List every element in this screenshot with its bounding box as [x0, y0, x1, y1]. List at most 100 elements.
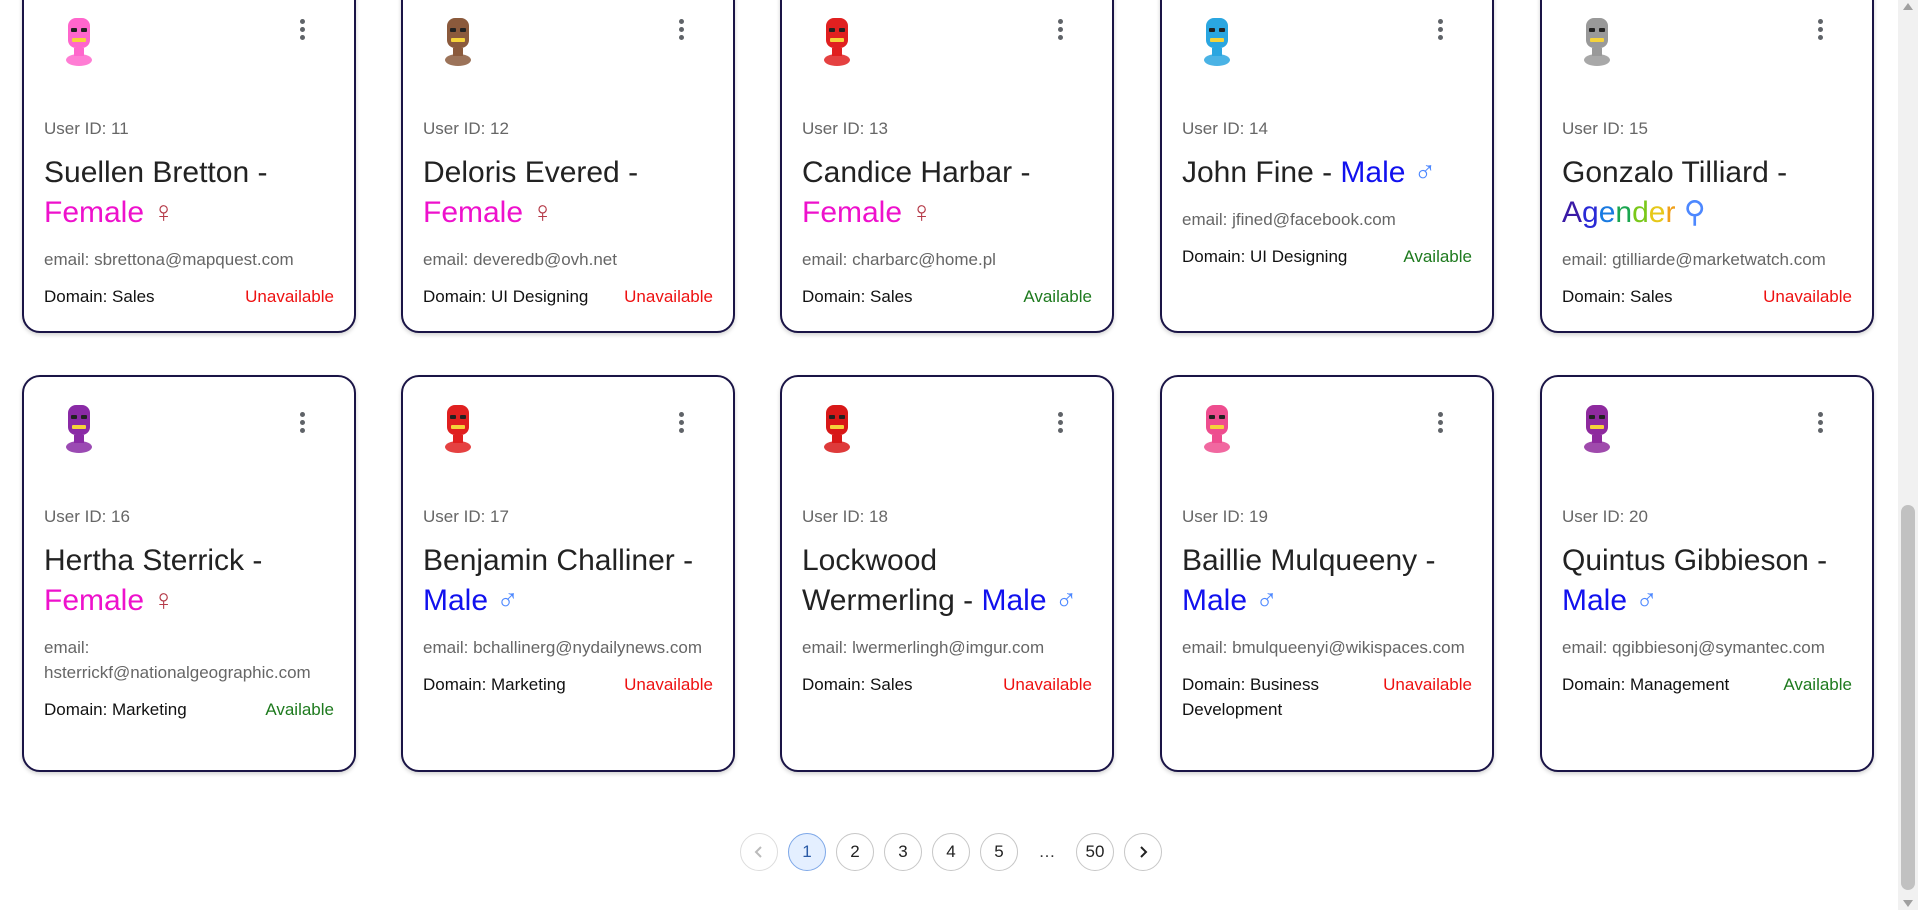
- more-options-icon[interactable]: [290, 407, 314, 437]
- user-name: Gonzalo Tilliard -: [1562, 156, 1788, 189]
- user-card: User ID: 19 Baillie Mulqueeny - Male ♂ ema…: [1160, 375, 1494, 772]
- robot-avatar-icon: [824, 18, 850, 66]
- user-card: User ID: 11 Suellen Bretton - Female ♀ ema…: [22, 0, 356, 333]
- user-domain: Domain: Management: [1562, 675, 1730, 694]
- robot-avatar-icon: [66, 405, 92, 453]
- user-id: User ID: 16: [44, 507, 130, 526]
- chevron-right-icon: [1140, 846, 1148, 858]
- user-name-heading: Gonzalo Tilliard - Agender ⚲: [1562, 153, 1852, 233]
- user-domain: Domain: Sales: [802, 287, 913, 306]
- user-id: User ID: 19: [1182, 507, 1268, 526]
- domain-status-row: Domain: UI Designing Unavailable: [423, 284, 713, 309]
- next-page-button[interactable]: [1124, 833, 1162, 871]
- more-options-icon[interactable]: [290, 14, 314, 44]
- gender-label: Female: [44, 584, 145, 617]
- domain-status-row: Domain: Sales Unavailable: [1562, 284, 1852, 309]
- more-options-icon[interactable]: [669, 407, 693, 437]
- user-name: Baillie Mulqueeny -: [1182, 544, 1436, 577]
- more-options-icon[interactable]: [1808, 14, 1832, 44]
- availability-status: Unavailable: [624, 287, 713, 306]
- more-options-icon[interactable]: [1048, 14, 1072, 44]
- user-email: email: deveredb@ovh.net: [423, 250, 617, 269]
- availability-status: Available: [1403, 247, 1472, 266]
- availability-status: Unavailable: [1003, 675, 1092, 694]
- gender-symbol-icon: ♂: [1255, 584, 1278, 617]
- user-name-heading: John Fine - Male ♂: [1182, 153, 1472, 193]
- gender-label: Female: [423, 196, 524, 229]
- user-name-heading: Baillie Mulqueeny - Male ♂: [1182, 541, 1472, 621]
- page-button-5[interactable]: 5: [980, 833, 1018, 871]
- availability-status: Unavailable: [1763, 287, 1852, 306]
- user-domain: Domain: UI Designing: [1182, 247, 1348, 266]
- gender-label: Male: [423, 584, 489, 617]
- robot-avatar-icon: [1584, 18, 1610, 66]
- gender-symbol-icon: ♂: [1413, 156, 1437, 189]
- user-card-body: User ID: 18 Lockwood Wermerling - Male ♂ e…: [802, 507, 1092, 697]
- user-name: Suellen Bretton -: [44, 156, 268, 189]
- user-email: email: charbarc@home.pl: [802, 250, 996, 269]
- scrollbar[interactable]: [1898, 0, 1918, 910]
- user-domain: Domain: Sales: [44, 287, 155, 306]
- user-card: User ID: 16 Hertha Sterrick - Female ♀ ema…: [22, 375, 356, 772]
- gender-label: Male: [1562, 584, 1628, 617]
- user-name-heading: Quintus Gibbieson - Male ♂: [1562, 541, 1852, 621]
- user-name: Quintus Gibbieson -: [1562, 544, 1828, 577]
- user-name: Candice Harbar -: [802, 156, 1031, 189]
- user-card-body: User ID: 11 Suellen Bretton - Female ♀ ema…: [44, 119, 334, 309]
- page-button-last[interactable]: 50: [1076, 833, 1114, 871]
- gender-symbol-icon: ♀: [152, 584, 175, 617]
- user-id: User ID: 15: [1562, 119, 1648, 138]
- gender-label: Female: [802, 196, 903, 229]
- page-button-3[interactable]: 3: [884, 833, 922, 871]
- gender-label: Agender: [1562, 196, 1676, 229]
- more-options-icon[interactable]: [669, 14, 693, 44]
- robot-avatar-icon: [824, 405, 850, 453]
- domain-status-row: Domain: Sales Unavailable: [44, 284, 334, 309]
- prev-page-button[interactable]: [740, 833, 778, 871]
- user-name: John Fine -: [1182, 156, 1341, 189]
- more-options-icon[interactable]: [1428, 407, 1452, 437]
- user-card: User ID: 18 Lockwood Wermerling - Male ♂ e…: [780, 375, 1114, 772]
- user-email: email: lwermerlingh@imgur.com: [802, 638, 1045, 657]
- user-id: User ID: 11: [44, 119, 129, 138]
- page-button-4[interactable]: 4: [932, 833, 970, 871]
- more-options-icon[interactable]: [1048, 407, 1072, 437]
- user-card: User ID: 20 Quintus Gibbieson - Male ♂ ema…: [1540, 375, 1874, 772]
- availability-status: Available: [1783, 675, 1852, 694]
- user-domain: Domain: Marketing: [44, 700, 187, 719]
- user-card-body: User ID: 17 Benjamin Challiner - Male ♂ em…: [423, 507, 713, 697]
- scrollbar-thumb[interactable]: [1901, 505, 1915, 890]
- user-card: User ID: 17 Benjamin Challiner - Male ♂ em…: [401, 375, 735, 772]
- robot-avatar-icon: [1204, 405, 1230, 453]
- robot-avatar-icon: [66, 18, 92, 66]
- user-id: User ID: 13: [802, 119, 888, 138]
- gender-label: Male: [981, 584, 1047, 617]
- gender-symbol-icon: ♀: [910, 196, 933, 229]
- gender-symbol-icon: ♀: [531, 196, 554, 229]
- availability-status: Available: [265, 700, 334, 719]
- user-id: User ID: 18: [802, 507, 888, 526]
- page-button-2[interactable]: 2: [836, 833, 874, 871]
- robot-avatar-icon: [1584, 405, 1610, 453]
- scroll-down-arrow-icon[interactable]: [1903, 900, 1913, 907]
- more-options-icon[interactable]: [1428, 14, 1452, 44]
- user-card: User ID: 15 Gonzalo Tilliard - Agender ⚲ e…: [1540, 0, 1874, 333]
- domain-status-row: Domain: Business Development Unavailable: [1182, 672, 1472, 722]
- user-email: email: jfined@facebook.com: [1182, 210, 1396, 229]
- user-card-body: User ID: 19 Baillie Mulqueeny - Male ♂ ema…: [1182, 507, 1472, 722]
- domain-status-row: Domain: Marketing Available: [44, 697, 334, 722]
- availability-status: Available: [1023, 287, 1092, 306]
- gender-symbol-icon: ♂: [1054, 584, 1078, 617]
- gender-symbol-icon: ♂: [496, 584, 519, 617]
- scroll-up-arrow-icon[interactable]: [1903, 3, 1913, 10]
- user-domain: Domain: Business Development: [1182, 675, 1320, 719]
- more-options-icon[interactable]: [1808, 407, 1832, 437]
- user-card-body: User ID: 15 Gonzalo Tilliard - Agender ⚲ e…: [1562, 119, 1852, 309]
- user-card: User ID: 12 Deloris Evered - Female ♀ emai…: [401, 0, 735, 333]
- user-card-body: User ID: 12 Deloris Evered - Female ♀ emai…: [423, 119, 713, 309]
- gender-symbol-icon: ⚲: [1683, 196, 1706, 229]
- page-button-1[interactable]: 1: [788, 833, 826, 871]
- user-name-heading: Deloris Evered - Female ♀: [423, 153, 713, 233]
- domain-status-row: Domain: Management Available: [1562, 672, 1852, 697]
- user-id: User ID: 12: [423, 119, 509, 138]
